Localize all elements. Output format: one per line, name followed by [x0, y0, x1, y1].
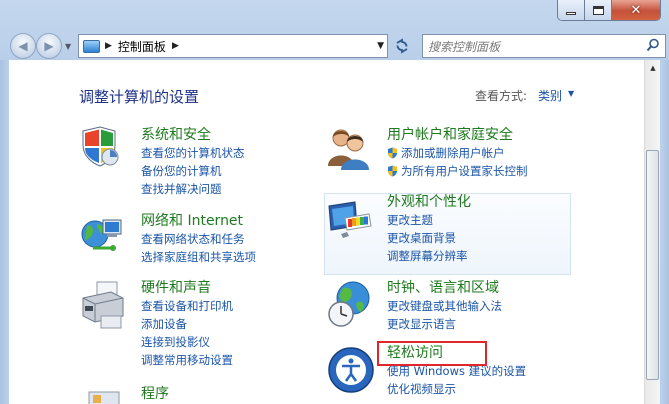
refresh-button[interactable] — [392, 35, 412, 57]
globe-clock-icon — [328, 281, 370, 327]
category-hardware-sound: 硬件和声音 查看设备和打印机 添加设备 连接到投影仪 调整常用移动设置 — [141, 280, 233, 369]
category-appearance: 外观和个性化 更改主题 更改桌面背景 调整屏幕分辨率 — [387, 194, 471, 265]
forward-button[interactable]: ▶ — [36, 33, 62, 59]
category-title-programs[interactable]: 程序 — [141, 386, 169, 403]
category-network-internet: 网络和 Internet 查看网络状态和任务 选择家庭组和共享选项 — [141, 213, 256, 266]
back-button[interactable]: ◀ — [10, 33, 36, 59]
link-screen-resolution[interactable]: 调整屏幕分辨率 — [387, 247, 471, 265]
shield-icon — [82, 126, 119, 167]
close-icon: ✕ — [630, 2, 642, 18]
category-title-network-internet[interactable]: 网络和 Internet — [141, 213, 256, 230]
printer-icon — [82, 281, 124, 329]
category-user-accounts: 用户帐户和家庭安全 添加或删除用户帐户 为所有用户设置家长控制 — [387, 127, 528, 180]
link-optimize-visual-display[interactable]: 优化视频显示 — [387, 380, 526, 398]
window-frame-right — [661, 60, 669, 404]
back-arrow-icon: ◀ — [18, 39, 28, 53]
monitor-palette-icon — [328, 201, 372, 238]
window-controls: ✕ — [557, 0, 661, 21]
link-change-display-language[interactable]: 更改显示语言 — [387, 315, 502, 333]
link-backup-computer[interactable]: 备份您的计算机 — [141, 162, 245, 180]
vertical-scrollbar[interactable]: ▲ — [644, 60, 660, 404]
link-parental-controls[interactable]: 为所有用户设置家长控制 — [387, 162, 528, 180]
uac-shield-icon — [388, 165, 397, 177]
main-content: 调整计算机的设置 查看方式: 类别 ▼ 系统和安全 查看您的计算机状态 备份您的… — [9, 60, 660, 404]
ease-of-access-highlight-box — [377, 341, 487, 366]
control-panel-icon — [83, 39, 100, 53]
link-change-desktop-background[interactable]: 更改桌面背景 — [387, 229, 471, 247]
view-by-dropdown[interactable]: 类别 — [538, 87, 562, 104]
link-view-computer-status[interactable]: 查看您的计算机状态 — [141, 144, 245, 162]
breadcrumb-separator-icon[interactable]: ▶ — [105, 41, 112, 51]
programs-icon — [88, 391, 120, 404]
network-globe-icon — [81, 219, 122, 251]
maximize-icon — [592, 5, 604, 15]
link-add-remove-accounts-label[interactable]: 添加或删除用户帐户 — [401, 146, 505, 160]
address-bar[interactable]: ▶ 控制面板 ▶ ▼ — [78, 34, 388, 58]
scroll-up-icon[interactable]: ▲ — [646, 60, 660, 76]
page-title: 调整计算机的设置 — [79, 88, 200, 106]
address-dropdown-icon[interactable]: ▼ — [377, 41, 384, 51]
chevron-down-icon[interactable]: ▼ — [568, 89, 574, 98]
search-box[interactable]: 搜索控制面板 — [422, 34, 666, 58]
window-frame-left — [0, 60, 9, 404]
minimize-button[interactable] — [558, 0, 585, 20]
link-add-remove-accounts[interactable]: 添加或删除用户帐户 — [387, 144, 528, 162]
category-title-system-security[interactable]: 系统和安全 — [141, 127, 245, 144]
recent-pages-dropdown[interactable]: ▼ — [65, 42, 71, 51]
breadcrumb-control-panel[interactable]: 控制面板 — [118, 38, 166, 55]
uac-shield-icon — [388, 147, 397, 159]
link-mobility-settings[interactable]: 调整常用移动设置 — [141, 351, 233, 369]
link-find-fix-problems[interactable]: 查找并解决问题 — [141, 180, 245, 198]
users-icon — [328, 129, 369, 170]
view-by-label: 查看方式: — [475, 89, 528, 103]
category-title-clock-language-region[interactable]: 时钟、语言和区域 — [387, 280, 502, 297]
category-programs: 程序 — [141, 386, 169, 403]
search-icon[interactable] — [646, 38, 660, 52]
link-view-network-status[interactable]: 查看网络状态和任务 — [141, 230, 256, 248]
category-title-user-accounts[interactable]: 用户帐户和家庭安全 — [387, 127, 528, 144]
link-connect-projector[interactable]: 连接到投影仪 — [141, 333, 233, 351]
maximize-button[interactable] — [585, 0, 612, 20]
forward-arrow-icon: ▶ — [44, 39, 54, 53]
minimize-icon — [566, 11, 576, 15]
category-clock-language-region: 时钟、语言和区域 更改键盘或其他输入法 更改显示语言 — [387, 280, 502, 333]
link-change-theme[interactable]: 更改主题 — [387, 211, 471, 229]
refresh-icon — [396, 38, 408, 54]
link-parental-controls-label[interactable]: 为所有用户设置家长控制 — [401, 164, 528, 178]
scrollbar-thumb[interactable] — [646, 150, 659, 380]
link-add-device[interactable]: 添加设备 — [141, 315, 233, 333]
link-change-keyboard-input[interactable]: 更改键盘或其他输入法 — [387, 297, 502, 315]
search-placeholder: 搜索控制面板 — [428, 39, 501, 54]
category-title-appearance[interactable]: 外观和个性化 — [387, 194, 471, 211]
link-homegroup-sharing[interactable]: 选择家庭组和共享选项 — [141, 248, 256, 266]
breadcrumb-separator-icon[interactable]: ▶ — [172, 41, 179, 51]
category-title-hardware-sound[interactable]: 硬件和声音 — [141, 280, 233, 297]
link-devices-printers[interactable]: 查看设备和打印机 — [141, 297, 233, 315]
close-button[interactable]: ✕ — [612, 0, 660, 20]
ease-of-access-icon — [328, 347, 374, 393]
navigation-bar: ◀ ▶ ▼ ▶ 控制面板 ▶ ▼ 搜索控制面板 — [8, 33, 666, 59]
category-system-security: 系统和安全 查看您的计算机状态 备份您的计算机 查找并解决问题 — [141, 127, 245, 198]
